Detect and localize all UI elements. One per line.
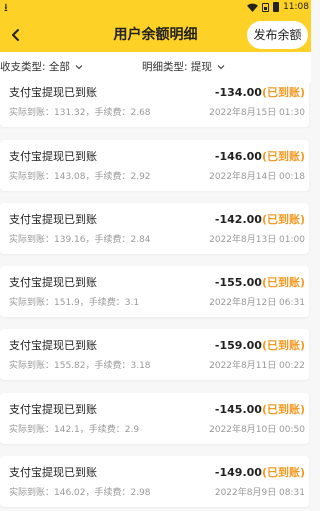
- record-status: (已到账): [261, 213, 305, 226]
- record-status: (已到账): [261, 466, 305, 479]
- record-status: (已到账): [261, 150, 305, 163]
- record-title: 支付宝提现已到账: [9, 213, 97, 226]
- record-title: 支付宝提现已到账: [9, 86, 97, 99]
- record-amount: -134.00(已到账): [214, 86, 305, 99]
- record-card[interactable]: 支付宝提现已到账 -155.00(已到账) 实际到账：151.9，手续费：3.1…: [0, 266, 309, 317]
- income-type-value: 全部: [48, 61, 70, 73]
- record-detail: 实际到账：142.1，手续费：2.9: [9, 425, 140, 435]
- record-card[interactable]: 支付宝提现已到账 -146.00(已到账) 实际到账：143.08，手续费：2.…: [0, 140, 309, 191]
- record-amount: -145.00(已到账): [214, 403, 305, 416]
- record-detail: 实际到账：143.08，手续费：2.92: [9, 172, 151, 182]
- record-status: (已到账): [261, 86, 305, 99]
- record-detail: 实际到账：151.9，手续费：3.1: [9, 298, 140, 308]
- record-title: 支付宝提现已到账: [9, 403, 97, 416]
- record-card[interactable]: 支付宝提现已到账 -134.00(已到账) 实际到账：131.32，手续费：2.…: [0, 83, 309, 127]
- record-detail: 实际到账：139.16，手续费：2.84: [9, 235, 151, 245]
- balance-record-list[interactable]: 支付宝提现已到账 -134.00(已到账) 实际到账：131.32，手续费：2.…: [0, 83, 311, 511]
- record-amount: -155.00(已到账): [214, 276, 305, 289]
- chevron-down-icon: [217, 65, 225, 70]
- record-amount: -149.00(已到账): [214, 466, 305, 479]
- record-date: 2022年8月9日 08:31: [214, 488, 305, 498]
- record-card[interactable]: 支付宝提现已到账 -159.00(已到账) 实际到账：155.82，手续费：3.…: [0, 329, 309, 380]
- record-date: 2022年8月12日 06:31: [209, 298, 305, 308]
- chevron-down-icon: [75, 65, 83, 70]
- app-bar: 用户余额明细 发布余额: [0, 18, 311, 52]
- filter-bar: 收支类型: 全部 明细类型: 提现: [0, 52, 311, 83]
- record-title: 支付宝提现已到账: [9, 339, 97, 352]
- income-type-label: 收支类型:: [0, 61, 46, 73]
- detail-type-label: 明细类型:: [142, 61, 188, 73]
- record-status: (已到账): [261, 403, 305, 416]
- record-amount: -142.00(已到账): [214, 213, 305, 226]
- record-title: 支付宝提现已到账: [9, 150, 97, 163]
- detail-type-value: 提现: [190, 61, 212, 73]
- record-date: 2022年8月10日 00:50: [209, 425, 305, 435]
- record-status: (已到账): [261, 276, 305, 289]
- download-icon: ⭳: [4, 1, 8, 14]
- status-bar: ⭳ 11:08: [0, 0, 311, 18]
- publish-balance-button[interactable]: 发布余额: [247, 21, 308, 49]
- wifi-icon: [247, 3, 258, 12]
- detail-type-filter[interactable]: 明细类型: 提现: [142, 52, 225, 83]
- record-date: 2022年8月15日 01:30: [209, 108, 305, 118]
- clock: 11:08: [283, 2, 309, 12]
- record-amount: -159.00(已到账): [214, 339, 305, 352]
- record-detail: 实际到账：155.82，手续费：3.18: [9, 361, 151, 371]
- record-card[interactable]: 支付宝提现已到账 -145.00(已到账) 实际到账：142.1，手续费：2.9…: [0, 393, 309, 444]
- battery-icon: [273, 2, 280, 12]
- sim-icon: [262, 2, 270, 12]
- status-icons: 11:08: [247, 2, 309, 12]
- record-amount: -146.00(已到账): [214, 150, 305, 163]
- income-type-filter[interactable]: 收支类型: 全部: [0, 52, 83, 83]
- record-card[interactable]: 支付宝提现已到账 -142.00(已到账) 实际到账：139.16，手续费：2.…: [0, 203, 309, 254]
- record-date: 2022年8月13日 01:00: [209, 235, 305, 245]
- record-card[interactable]: 支付宝提现已到账 -149.00(已到账) 实际到账：146.02，手续费：2.…: [0, 456, 309, 507]
- record-title: 支付宝提现已到账: [9, 466, 97, 479]
- record-status: (已到账): [261, 339, 305, 352]
- record-date: 2022年8月14日 00:18: [209, 172, 305, 182]
- record-detail: 实际到账：131.32，手续费：2.68: [9, 108, 151, 118]
- record-detail: 实际到账：146.02，手续费：2.98: [9, 488, 151, 498]
- record-title: 支付宝提现已到账: [9, 276, 97, 289]
- record-date: 2022年8月11日 00:22: [209, 361, 305, 371]
